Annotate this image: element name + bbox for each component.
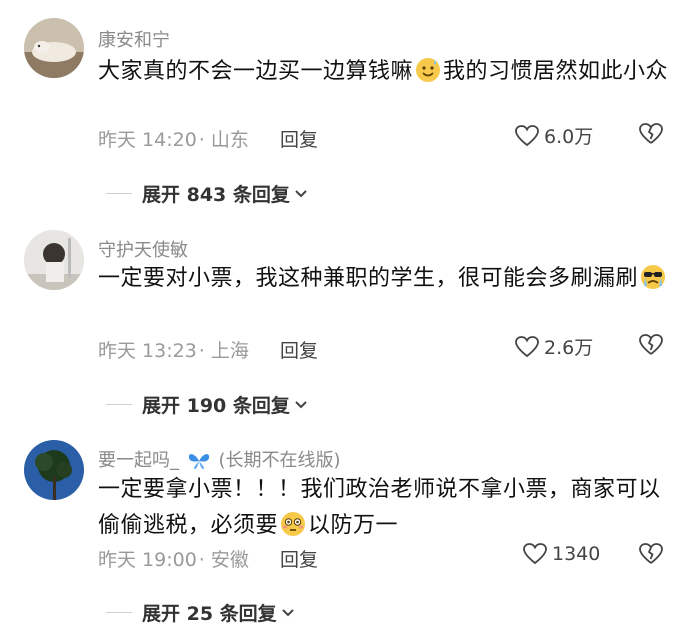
like-button[interactable]: 6.0万 bbox=[514, 122, 593, 149]
expand-replies-button[interactable]: 展开 190 条回复 bbox=[106, 391, 308, 418]
reply-button[interactable]: 回复 bbox=[280, 545, 318, 572]
expand-replies-button[interactable]: 展开 25 条回复 bbox=[106, 599, 295, 626]
username[interactable]: 守护天使敏 bbox=[98, 236, 188, 262]
heart-icon bbox=[515, 335, 539, 357]
expand-replies-label: 展开 190 条回复 bbox=[142, 395, 290, 417]
flushed-emoji bbox=[281, 512, 306, 536]
dislike-button[interactable] bbox=[638, 542, 664, 570]
location: · 上海 bbox=[198, 340, 249, 362]
chevron-down-icon bbox=[295, 400, 307, 408]
comment-meta: 昨天 14:20 · 山东 bbox=[98, 125, 249, 152]
crying-sunglasses-emoji bbox=[641, 265, 666, 289]
broken-heart-icon bbox=[639, 123, 663, 144]
sweat-smile-emoji bbox=[416, 58, 441, 82]
username[interactable]: 要一起吗_ (长期不在线版) bbox=[98, 446, 341, 472]
comment-meta: 昨天 13:23 · 上海 bbox=[98, 336, 249, 363]
broken-heart-icon bbox=[639, 334, 663, 355]
like-count: 1340 bbox=[552, 543, 601, 565]
reply-button[interactable]: 回复 bbox=[280, 336, 318, 363]
like-button[interactable]: 2.6万 bbox=[514, 333, 593, 360]
divider bbox=[106, 193, 132, 194]
chevron-down-icon bbox=[295, 189, 307, 197]
comment-text: 一定要拿小票！！！我们政治老师说不拿小票，商家可以偷偷逃税，必须要 以防万一 bbox=[98, 472, 670, 544]
like-count: 6.0万 bbox=[544, 126, 594, 148]
comment-text: 一定要对小票，我这种兼职的学生，很可能会多刷漏刷 bbox=[98, 261, 670, 297]
username-suffix: (长期不在线版) bbox=[218, 450, 341, 471]
butterfly-icon bbox=[188, 454, 209, 469]
comment-meta: 昨天 19:00 · 安徽 bbox=[98, 545, 249, 572]
expand-replies-label: 展开 843 条回复 bbox=[142, 184, 290, 206]
avatar[interactable] bbox=[24, 440, 84, 500]
dislike-button[interactable] bbox=[638, 333, 664, 361]
reply-button[interactable]: 回复 bbox=[280, 125, 318, 152]
comment-text-part: 大家真的不会一边买一边算钱嘛 bbox=[98, 59, 414, 84]
comment-text: 大家真的不会一边买一边算钱嘛 我的习惯居然如此小众 bbox=[98, 54, 670, 90]
avatar[interactable] bbox=[24, 18, 84, 78]
location: · 安徽 bbox=[198, 549, 249, 571]
heart-icon bbox=[515, 124, 539, 146]
like-count: 2.6万 bbox=[544, 337, 594, 359]
divider bbox=[106, 612, 132, 613]
heart-icon bbox=[523, 543, 547, 565]
like-button[interactable]: 1340 bbox=[522, 542, 600, 566]
comment-text-part: 我的习惯居然如此小众 bbox=[443, 59, 669, 84]
timestamp: 昨天 14:20 bbox=[98, 129, 197, 151]
broken-heart-icon bbox=[639, 543, 663, 564]
divider bbox=[106, 404, 132, 405]
username-text: 要一起吗_ bbox=[98, 450, 179, 471]
timestamp: 昨天 13:23 bbox=[98, 340, 197, 362]
location: · 山东 bbox=[198, 129, 249, 151]
expand-replies-label: 展开 25 条回复 bbox=[142, 603, 277, 625]
dislike-button[interactable] bbox=[638, 122, 664, 150]
expand-replies-button[interactable]: 展开 843 条回复 bbox=[106, 180, 308, 207]
chevron-down-icon bbox=[281, 608, 294, 616]
username[interactable]: 康安和宁 bbox=[98, 26, 170, 52]
avatar[interactable] bbox=[24, 230, 84, 290]
comment-text-part: 以防万一 bbox=[308, 513, 399, 538]
timestamp: 昨天 19:00 bbox=[98, 549, 197, 571]
comment-text-part: 一定要对小票，我这种兼职的学生，很可能会多刷漏刷 bbox=[98, 266, 639, 291]
